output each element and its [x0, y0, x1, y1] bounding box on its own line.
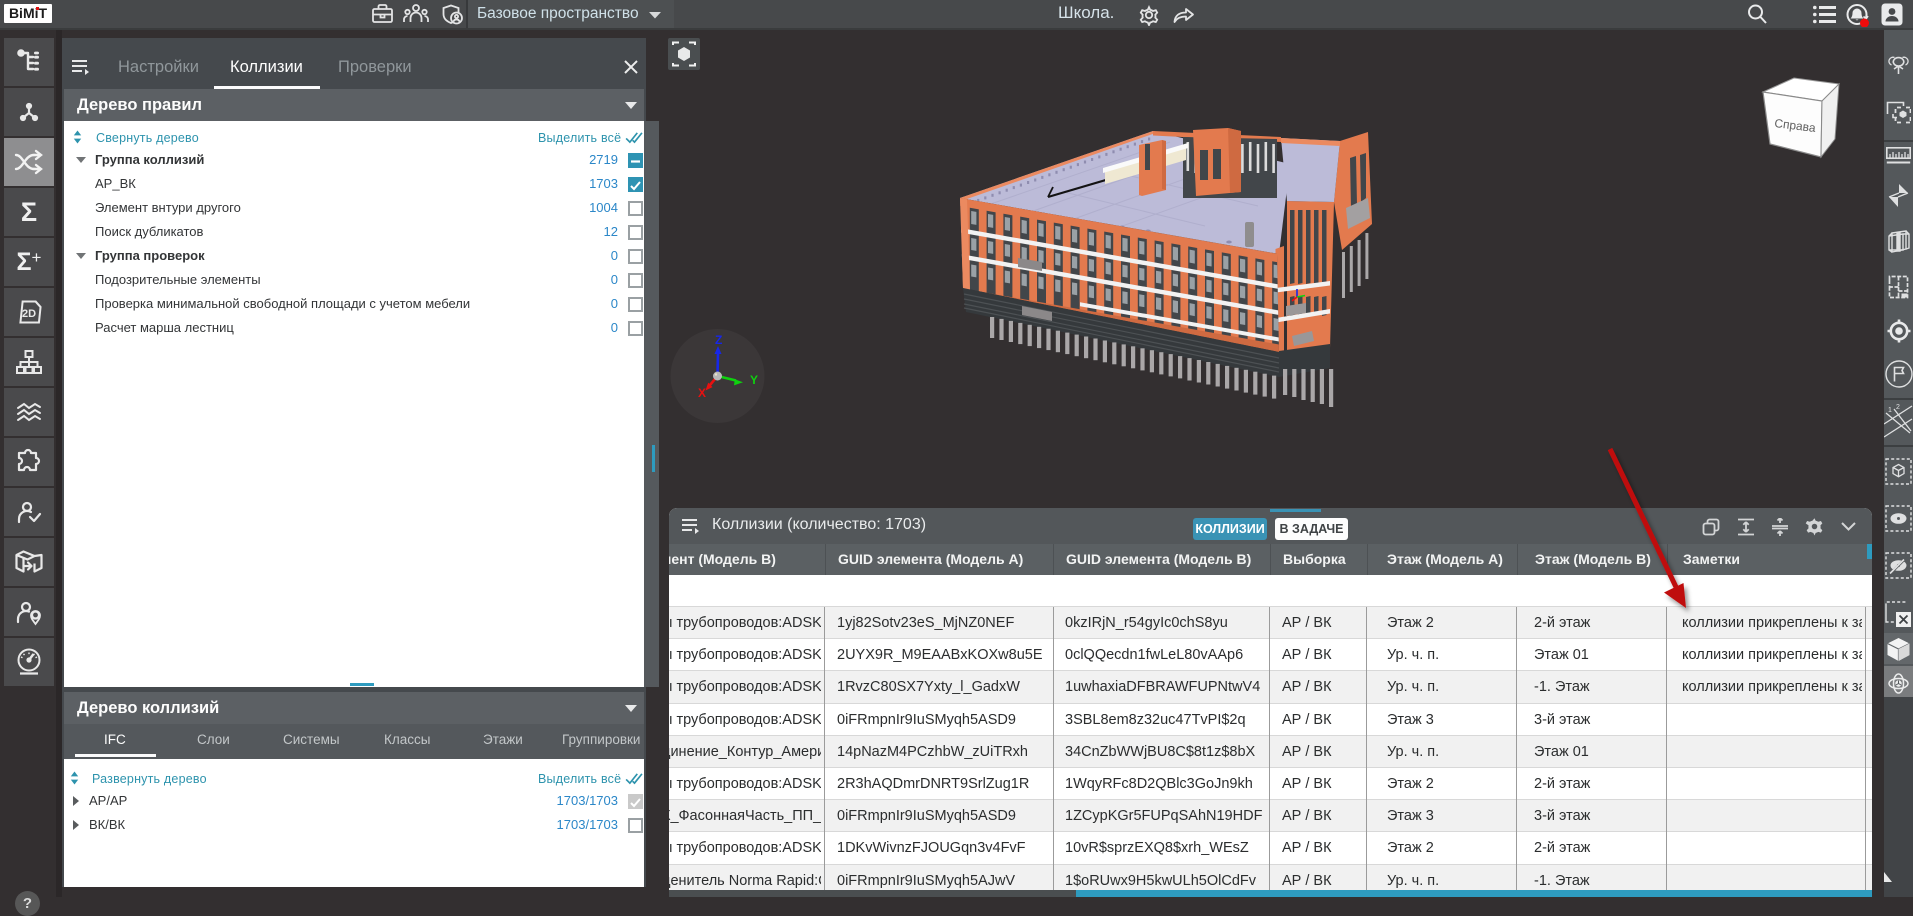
svg-text:Z: Z [715, 333, 722, 347]
svg-text:Y: Y [750, 373, 758, 387]
svg-text:2D: 2D [22, 308, 36, 320]
svg-text:X: X [698, 386, 706, 400]
svg-text:1: 1 [1888, 407, 1892, 414]
svg-text:2: 2 [1896, 404, 1900, 411]
